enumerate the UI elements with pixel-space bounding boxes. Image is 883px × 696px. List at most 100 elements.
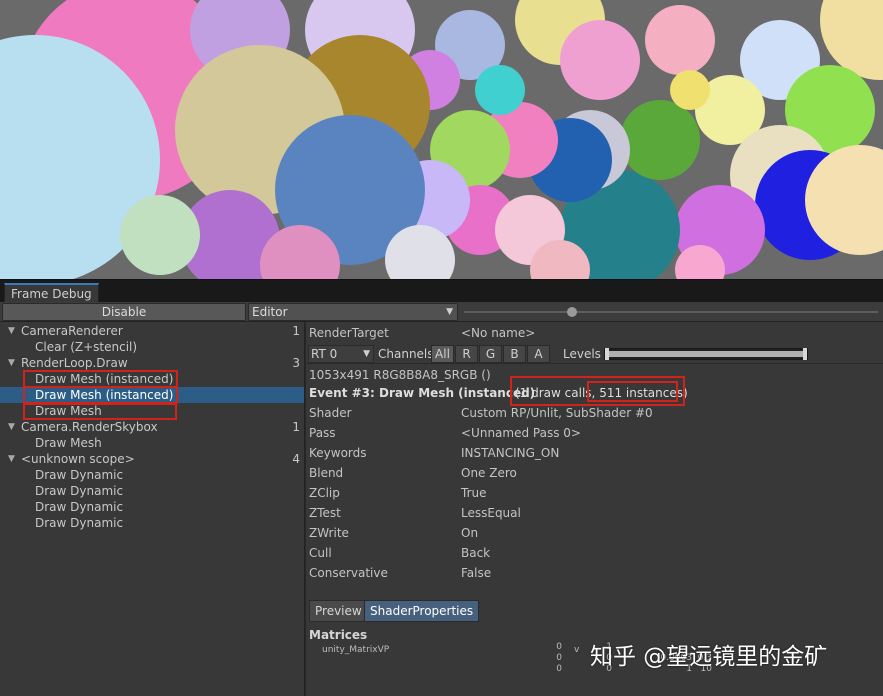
tree-row-label: RenderLoop.Draw [21, 356, 128, 370]
disable-button[interactable]: Disable [2, 303, 246, 321]
tree-event-row[interactable]: Draw Mesh [0, 403, 304, 419]
property-value: False [461, 566, 492, 580]
event-draw-info: (1 draw calls, 511 instances) [515, 384, 688, 402]
event-slider-handle[interactable] [566, 307, 577, 317]
tree-event-row[interactable]: Draw Dynamic [0, 515, 304, 531]
property-label: Blend [309, 466, 344, 480]
window-tab-strip: Frame Debug [0, 279, 883, 303]
tree-row-label: Draw Dynamic [35, 484, 124, 498]
tree-row-count: 3 [292, 356, 300, 370]
tree-event-row[interactable]: Draw Dynamic [0, 483, 304, 499]
tab-preview[interactable]: Preview [309, 600, 368, 622]
matrix-name: unity_MatrixVP [322, 645, 390, 655]
tree-row-label: Draw Mesh (instanced) [35, 372, 174, 386]
game-view [0, 0, 883, 279]
property-label: ZWrite [309, 526, 349, 540]
watermark-text: 知乎 @望远镜里的金矿 [590, 644, 828, 670]
channels-label: Channels [378, 347, 434, 361]
tree-row-count: 1 [292, 420, 300, 434]
property-value: True [461, 486, 487, 500]
levels-min-handle[interactable] [605, 348, 609, 360]
tree-group-row[interactable]: ▼ <unknown scope> 4 [0, 451, 304, 467]
tree-event-row[interactable]: Draw Mesh [0, 435, 304, 451]
rendered-sphere [620, 100, 700, 180]
tab-frame-debug[interactable]: Frame Debug [4, 283, 99, 303]
tree-row-label: Draw Dynamic [35, 500, 124, 514]
property-label: Keywords [309, 446, 367, 460]
channel-all-button[interactable]: All [431, 345, 454, 363]
tree-row-label: Draw Dynamic [35, 468, 124, 482]
tree-row-label: Draw Mesh [35, 436, 102, 450]
levels-range-fill [607, 351, 805, 357]
event-tree-panel: ▼ CameraRenderer 1 Clear (Z+stencil) ▼ Render… [0, 322, 305, 696]
property-value: Custom RP/Unlit, SubShader #0 [461, 406, 653, 420]
channel-b-button[interactable]: B [503, 345, 526, 363]
channel-a-button[interactable]: A [527, 345, 550, 363]
channel-g-button[interactable]: G [479, 345, 502, 363]
property-value: <Unnamed Pass 0> [461, 426, 581, 440]
game-view-render [0, 0, 883, 279]
expand-arrow-icon[interactable]: ▼ [8, 419, 15, 435]
tree-event-row[interactable]: Draw Dynamic [0, 467, 304, 483]
rendered-sphere [670, 70, 710, 110]
expand-arrow-icon[interactable]: ▼ [8, 355, 15, 371]
property-label: ZTest [309, 506, 341, 520]
property-value: On [461, 526, 479, 540]
property-label: Conservative [309, 566, 388, 580]
expand-arrow-icon[interactable]: ▼ [8, 323, 15, 339]
expand-arrow-icon[interactable]: ▼ [8, 451, 15, 467]
tree-row-label: CameraRenderer [21, 324, 123, 338]
rt-dropdown[interactable]: RT 0 ▼ [308, 345, 374, 363]
chevron-down-icon: ▼ [363, 349, 370, 359]
tree-row-label: Clear (Z+stencil) [35, 340, 138, 354]
tree-row-count: 4 [292, 452, 300, 466]
property-label: Shader [309, 406, 352, 420]
tree-event-row[interactable]: Clear (Z+stencil) [0, 339, 304, 355]
property-value: One Zero [461, 466, 517, 480]
event-slider-track [464, 311, 878, 313]
target-dropdown-value: Editor [252, 305, 288, 319]
tree-row-label: Draw Mesh (instanced) [35, 388, 174, 402]
levels-range-slider[interactable] [604, 348, 808, 360]
tree-event-row[interactable]: Draw Mesh (instanced) [0, 371, 304, 387]
levels-max-handle[interactable] [803, 348, 807, 360]
rendered-sphere [120, 195, 200, 275]
tree-group-row[interactable]: ▼ CameraRenderer 1 [0, 323, 304, 339]
rendered-sphere [560, 20, 640, 100]
matrices-heading: Matrices [309, 628, 368, 642]
draw-calls-text: (1 draw calls, [515, 386, 596, 400]
matrix-cell: 0 [556, 653, 562, 663]
tree-row-label: <unknown scope> [21, 452, 135, 466]
tree-event-row[interactable]: Draw Mesh (instanced) [0, 387, 304, 403]
tree-row-label: Camera.RenderSkybox [21, 420, 158, 434]
format-row: 1053x491 R8G8B8A8_SRGB () [309, 366, 491, 384]
event-detail-panel: RenderTarget <No name> RT 0 ▼ Channels A… [306, 322, 883, 696]
property-label: Pass [309, 426, 336, 440]
tree-group-row[interactable]: ▼ RenderLoop.Draw 3 [0, 355, 304, 371]
rendered-sphere [645, 5, 715, 75]
tree-row-label: Draw Mesh [35, 404, 102, 418]
target-dropdown[interactable]: Editor ▼ [248, 303, 458, 321]
event-slider[interactable] [464, 302, 878, 322]
tree-row-count: 1 [292, 324, 300, 338]
render-target-toolbar: RT 0 ▼ Channels All R G B A Levels [306, 344, 883, 364]
property-value: Back [461, 546, 491, 560]
rt-dropdown-value: RT 0 [311, 347, 338, 361]
tree-event-row[interactable]: Draw Dynamic [0, 499, 304, 515]
tree-group-row[interactable]: ▼ Camera.RenderSkybox 1 [0, 419, 304, 435]
instances-text: 511 instances) [599, 386, 688, 400]
render-target-label: RenderTarget [309, 326, 389, 340]
frame-debug-toolbar: Disable Editor ▼ [0, 302, 883, 322]
property-value: INSTANCING_ON [461, 446, 560, 460]
render-target-format: 1053x491 R8G8B8A8_SRGB () [309, 368, 491, 382]
property-label: Cull [309, 546, 332, 560]
channel-r-button[interactable]: R [455, 345, 478, 363]
matrix-cell: 0 [556, 664, 562, 674]
matrix-cell: 0 [556, 642, 562, 652]
property-label: ZClip [309, 486, 340, 500]
property-value: LessEqual [461, 506, 521, 520]
levels-label: Levels [563, 347, 601, 361]
tab-shader-properties[interactable]: ShaderProperties [364, 600, 480, 622]
chevron-down-icon: ▼ [446, 307, 453, 317]
tree-row-label: Draw Dynamic [35, 516, 124, 530]
